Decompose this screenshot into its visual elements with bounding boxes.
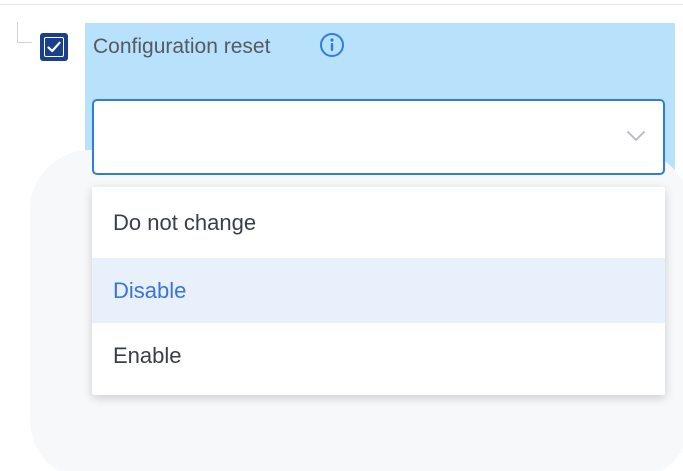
info-icon[interactable]: [319, 32, 345, 58]
chevron-down-icon: [625, 128, 647, 144]
divider: [0, 4, 683, 5]
configuration-reset-checkbox[interactable]: [40, 33, 68, 61]
configuration-reset-select[interactable]: [92, 99, 665, 175]
dropdown-menu: Do not change Disable Enable: [92, 187, 665, 395]
settings-page: Configuration reset Do not change Disabl…: [0, 0, 683, 471]
configuration-reset-label: Configuration reset: [93, 35, 271, 58]
tree-connector: [17, 22, 32, 43]
option-enable[interactable]: Enable: [92, 323, 665, 388]
option-do-not-change[interactable]: Do not change: [92, 190, 665, 255]
option-disable[interactable]: Disable: [92, 258, 665, 323]
checkmark-icon: [44, 37, 64, 57]
